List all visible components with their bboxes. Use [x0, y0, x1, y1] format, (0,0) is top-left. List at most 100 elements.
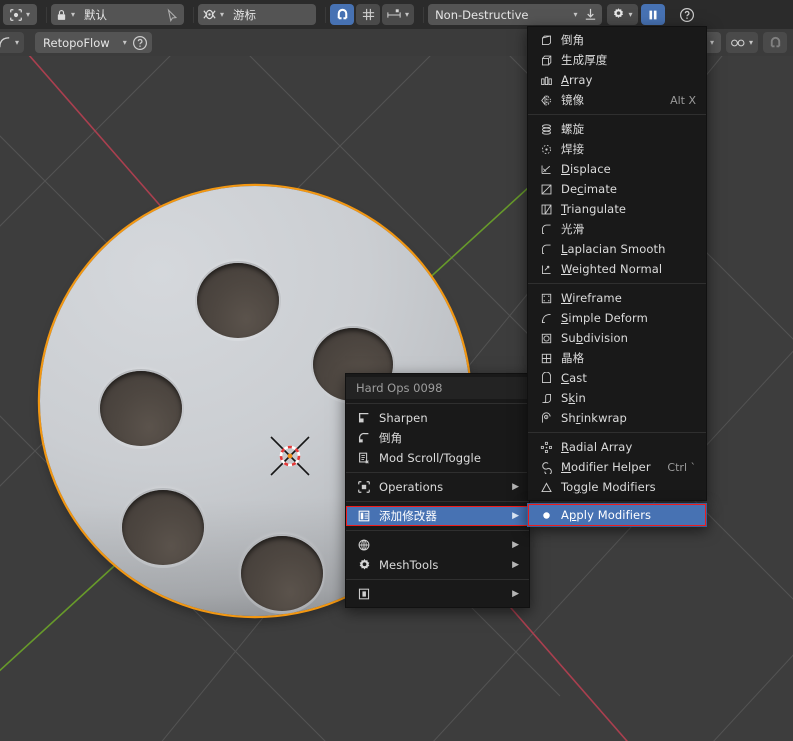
pivot-point-selector[interactable]: ▾ 游标	[198, 4, 317, 25]
proportional-edit-dropdown[interactable]: ▾	[382, 4, 415, 25]
menu-item-modifier-helper[interactable]: Modifier Helper Ctrl `	[528, 457, 706, 477]
settings-dropdown[interactable]: ▾	[606, 4, 638, 25]
menu-item-triangulate[interactable]: Triangulate	[528, 199, 706, 219]
menu-separator	[346, 530, 529, 531]
menu-item-label: 镜像	[561, 93, 585, 107]
menu-item-accel: g	[573, 480, 581, 494]
divider	[325, 6, 327, 23]
curve-tool-dropdown[interactable]: ▾	[0, 32, 25, 53]
cast-icon	[536, 371, 556, 385]
menu-item-simple-deform[interactable]: Simple Deform	[528, 308, 706, 328]
menu-item-mirror[interactable]: 镜像 Alt X	[528, 90, 706, 110]
menu-item-apply-modifiers[interactable]: Apply Modifiers	[528, 504, 706, 526]
menu-separator	[346, 501, 529, 502]
menu-item-weighted-normal[interactable]: Weighted Normal	[528, 259, 706, 279]
menu-item-label-rest: ireframe	[572, 291, 622, 305]
menu-item-label: Mod Scroll/Toggle	[379, 451, 481, 465]
nondestructive-mode-value: Non-Destructive	[435, 7, 529, 22]
wireframe-icon	[536, 292, 556, 305]
help-button[interactable]	[675, 4, 699, 25]
menu-item-label-pre: To	[561, 480, 574, 494]
menu-item-settings[interactable]: MeshTools ▶	[346, 555, 529, 575]
array-icon	[536, 74, 556, 87]
menu-item-label: Skin	[556, 391, 696, 405]
toggle-modifiers-icon	[536, 481, 556, 494]
proportional-edit-icon	[387, 8, 401, 18]
menu-item-operations[interactable]: Operations ▶	[346, 477, 529, 497]
chevron-down-icon: ▾	[122, 38, 127, 47]
download-icon[interactable]	[583, 7, 598, 22]
menu-item-lattice[interactable]: 晶格	[528, 348, 706, 368]
object-mode-icon	[10, 8, 22, 21]
menu-item-label-rest: in	[575, 391, 586, 405]
solidify-icon	[536, 54, 556, 67]
add-modifier-icon	[354, 509, 374, 523]
menu-item-skin[interactable]: Skin	[528, 388, 706, 408]
menu-item-mod-scroll-toggle[interactable]: Mod Scroll/Toggle	[346, 448, 529, 468]
menu-item-wireframe[interactable]: Wireframe	[528, 288, 706, 308]
sharpen-icon	[354, 411, 374, 425]
menu-item-decimate[interactable]: Decimate	[528, 179, 706, 199]
menu-item-screw[interactable]: 螺旋	[528, 119, 706, 139]
simple-deform-icon	[536, 312, 556, 325]
snap-increment-button[interactable]	[356, 4, 381, 25]
menu-item-meshtools[interactable]: ▶	[346, 535, 529, 555]
menu-item-cast[interactable]: Cast	[528, 368, 706, 388]
menu-item-toggle-modifiers[interactable]: Toggle Modifiers	[528, 477, 706, 497]
menu-item-array[interactable]: Array	[528, 70, 706, 90]
menu-item-label: Simple Deform	[556, 311, 696, 325]
menu-item-label-rest: ply Modifiers	[576, 508, 652, 522]
menu-item-laplacian-smooth[interactable]: Laplacian Smooth	[528, 239, 706, 259]
bevel-icon	[354, 431, 374, 445]
menu-item-accel: C	[561, 371, 570, 385]
submenu-arrow-icon: ▶	[512, 482, 519, 492]
chevron-down-icon: ▾	[628, 10, 633, 19]
snap-target-dropdown[interactable]: ▾	[725, 32, 758, 53]
hole	[197, 263, 279, 338]
workspace-value: 默认	[84, 7, 108, 22]
chevron-down-icon: ▾	[405, 10, 410, 19]
addon-selector[interactable]: RetopoFlow ▾	[35, 32, 152, 53]
menu-item-label-pre: Sh	[561, 411, 576, 425]
meshtools-icon	[354, 538, 374, 552]
menu-item-radial-array[interactable]: Radial Array	[528, 437, 706, 457]
chevron-down-icon: ▾	[573, 10, 578, 19]
question-mark-icon[interactable]	[132, 35, 148, 51]
menu-item-displace[interactable]: Displace	[528, 159, 706, 179]
pause-icon	[649, 10, 657, 19]
select-mode-dropdown[interactable]: ▾	[3, 4, 38, 25]
menu-item-bevel-modifier[interactable]: 倒角	[528, 30, 706, 50]
hard-ops-context-menu[interactable]: Hard Ops 0098 Sharpen 倒角 Mod Scroll/Togg…	[345, 373, 530, 608]
menu-item-add-modifier[interactable]: 添加修改器 ▶	[346, 506, 529, 526]
lock-icon	[57, 9, 66, 20]
menu-item-smooth[interactable]: 光滑	[528, 219, 706, 239]
divider	[423, 6, 425, 23]
menu-item-bevel[interactable]: 倒角	[346, 428, 529, 448]
cursor-arrow-icon[interactable]	[165, 8, 179, 22]
blender-window: ▾ ▾ 默认 ▾ 游标 ▾ Non-Destructive ▾ ▾ ▾ Reto…	[0, 0, 793, 741]
menu-item-label-rest: gle Modifiers	[580, 480, 656, 494]
menu-item-label: Sharpen	[379, 411, 428, 425]
menu-item-quick-favorites[interactable]: ▶	[346, 584, 529, 604]
chevron-down-icon: ▾	[15, 38, 20, 47]
displace-icon	[536, 163, 556, 176]
add-modifier-submenu[interactable]: 倒角 生成厚度 Array 镜像 Alt X 螺旋 焊接 Displace De…	[527, 26, 707, 501]
nondestructive-mode-selector[interactable]: Non-Destructive ▾	[428, 4, 602, 25]
magnet-icon	[770, 36, 780, 48]
menu-item-label: Operations	[379, 480, 444, 494]
menu-item-shrinkwrap[interactable]: Shrinkwrap	[528, 408, 706, 428]
menu-item-subdivision[interactable]: Subdivision	[528, 328, 706, 348]
apply-modifiers-submenu[interactable]: Apply Modifiers	[527, 503, 707, 527]
snap-magnet-toggle[interactable]	[330, 4, 355, 25]
menu-item-shortcut: Ctrl `	[667, 460, 696, 474]
addon-value: RetopoFlow	[43, 35, 110, 50]
magnet-toggle-button[interactable]	[763, 32, 787, 53]
pause-toggle-button[interactable]	[640, 4, 665, 25]
workspace-selector[interactable]: ▾ 默认	[51, 4, 185, 25]
chevron-down-icon: ▾	[709, 38, 714, 47]
3d-cursor[interactable]	[268, 434, 312, 478]
menu-item-solidify[interactable]: 生成厚度	[528, 50, 706, 70]
menu-item-label: 光滑	[561, 222, 585, 236]
menu-item-weld[interactable]: 焊接	[528, 139, 706, 159]
menu-item-sharpen[interactable]: Sharpen	[346, 408, 529, 428]
